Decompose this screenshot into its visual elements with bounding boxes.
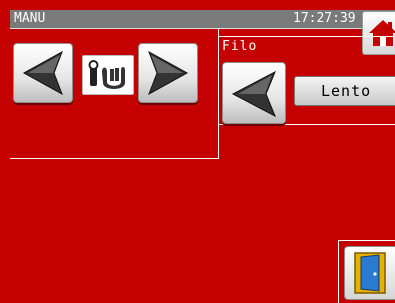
mode-label: MANU bbox=[14, 11, 46, 26]
arrow-right-icon bbox=[148, 50, 189, 96]
exit-button[interactable] bbox=[344, 246, 395, 300]
title-bar: MANU 17:27:39 bbox=[10, 10, 395, 29]
filo-panel-top-divider bbox=[219, 36, 395, 37]
filo-speed-value: Lento bbox=[321, 82, 372, 100]
mode-indicator bbox=[82, 55, 134, 95]
filo-decrease-button[interactable] bbox=[222, 62, 286, 124]
clock: 17:27:39 bbox=[293, 11, 356, 26]
home-icon bbox=[369, 20, 395, 46]
arrow-left-icon bbox=[231, 70, 276, 118]
manual-mode-icon bbox=[88, 60, 125, 89]
home-button[interactable] bbox=[362, 11, 395, 55]
exit-door-icon bbox=[354, 252, 386, 294]
next-button[interactable] bbox=[138, 43, 198, 103]
filo-label: Filo bbox=[222, 39, 258, 54]
arrow-left-icon bbox=[22, 50, 63, 96]
filo-speed-button[interactable]: Lento bbox=[294, 76, 395, 106]
previous-button[interactable] bbox=[13, 43, 73, 103]
